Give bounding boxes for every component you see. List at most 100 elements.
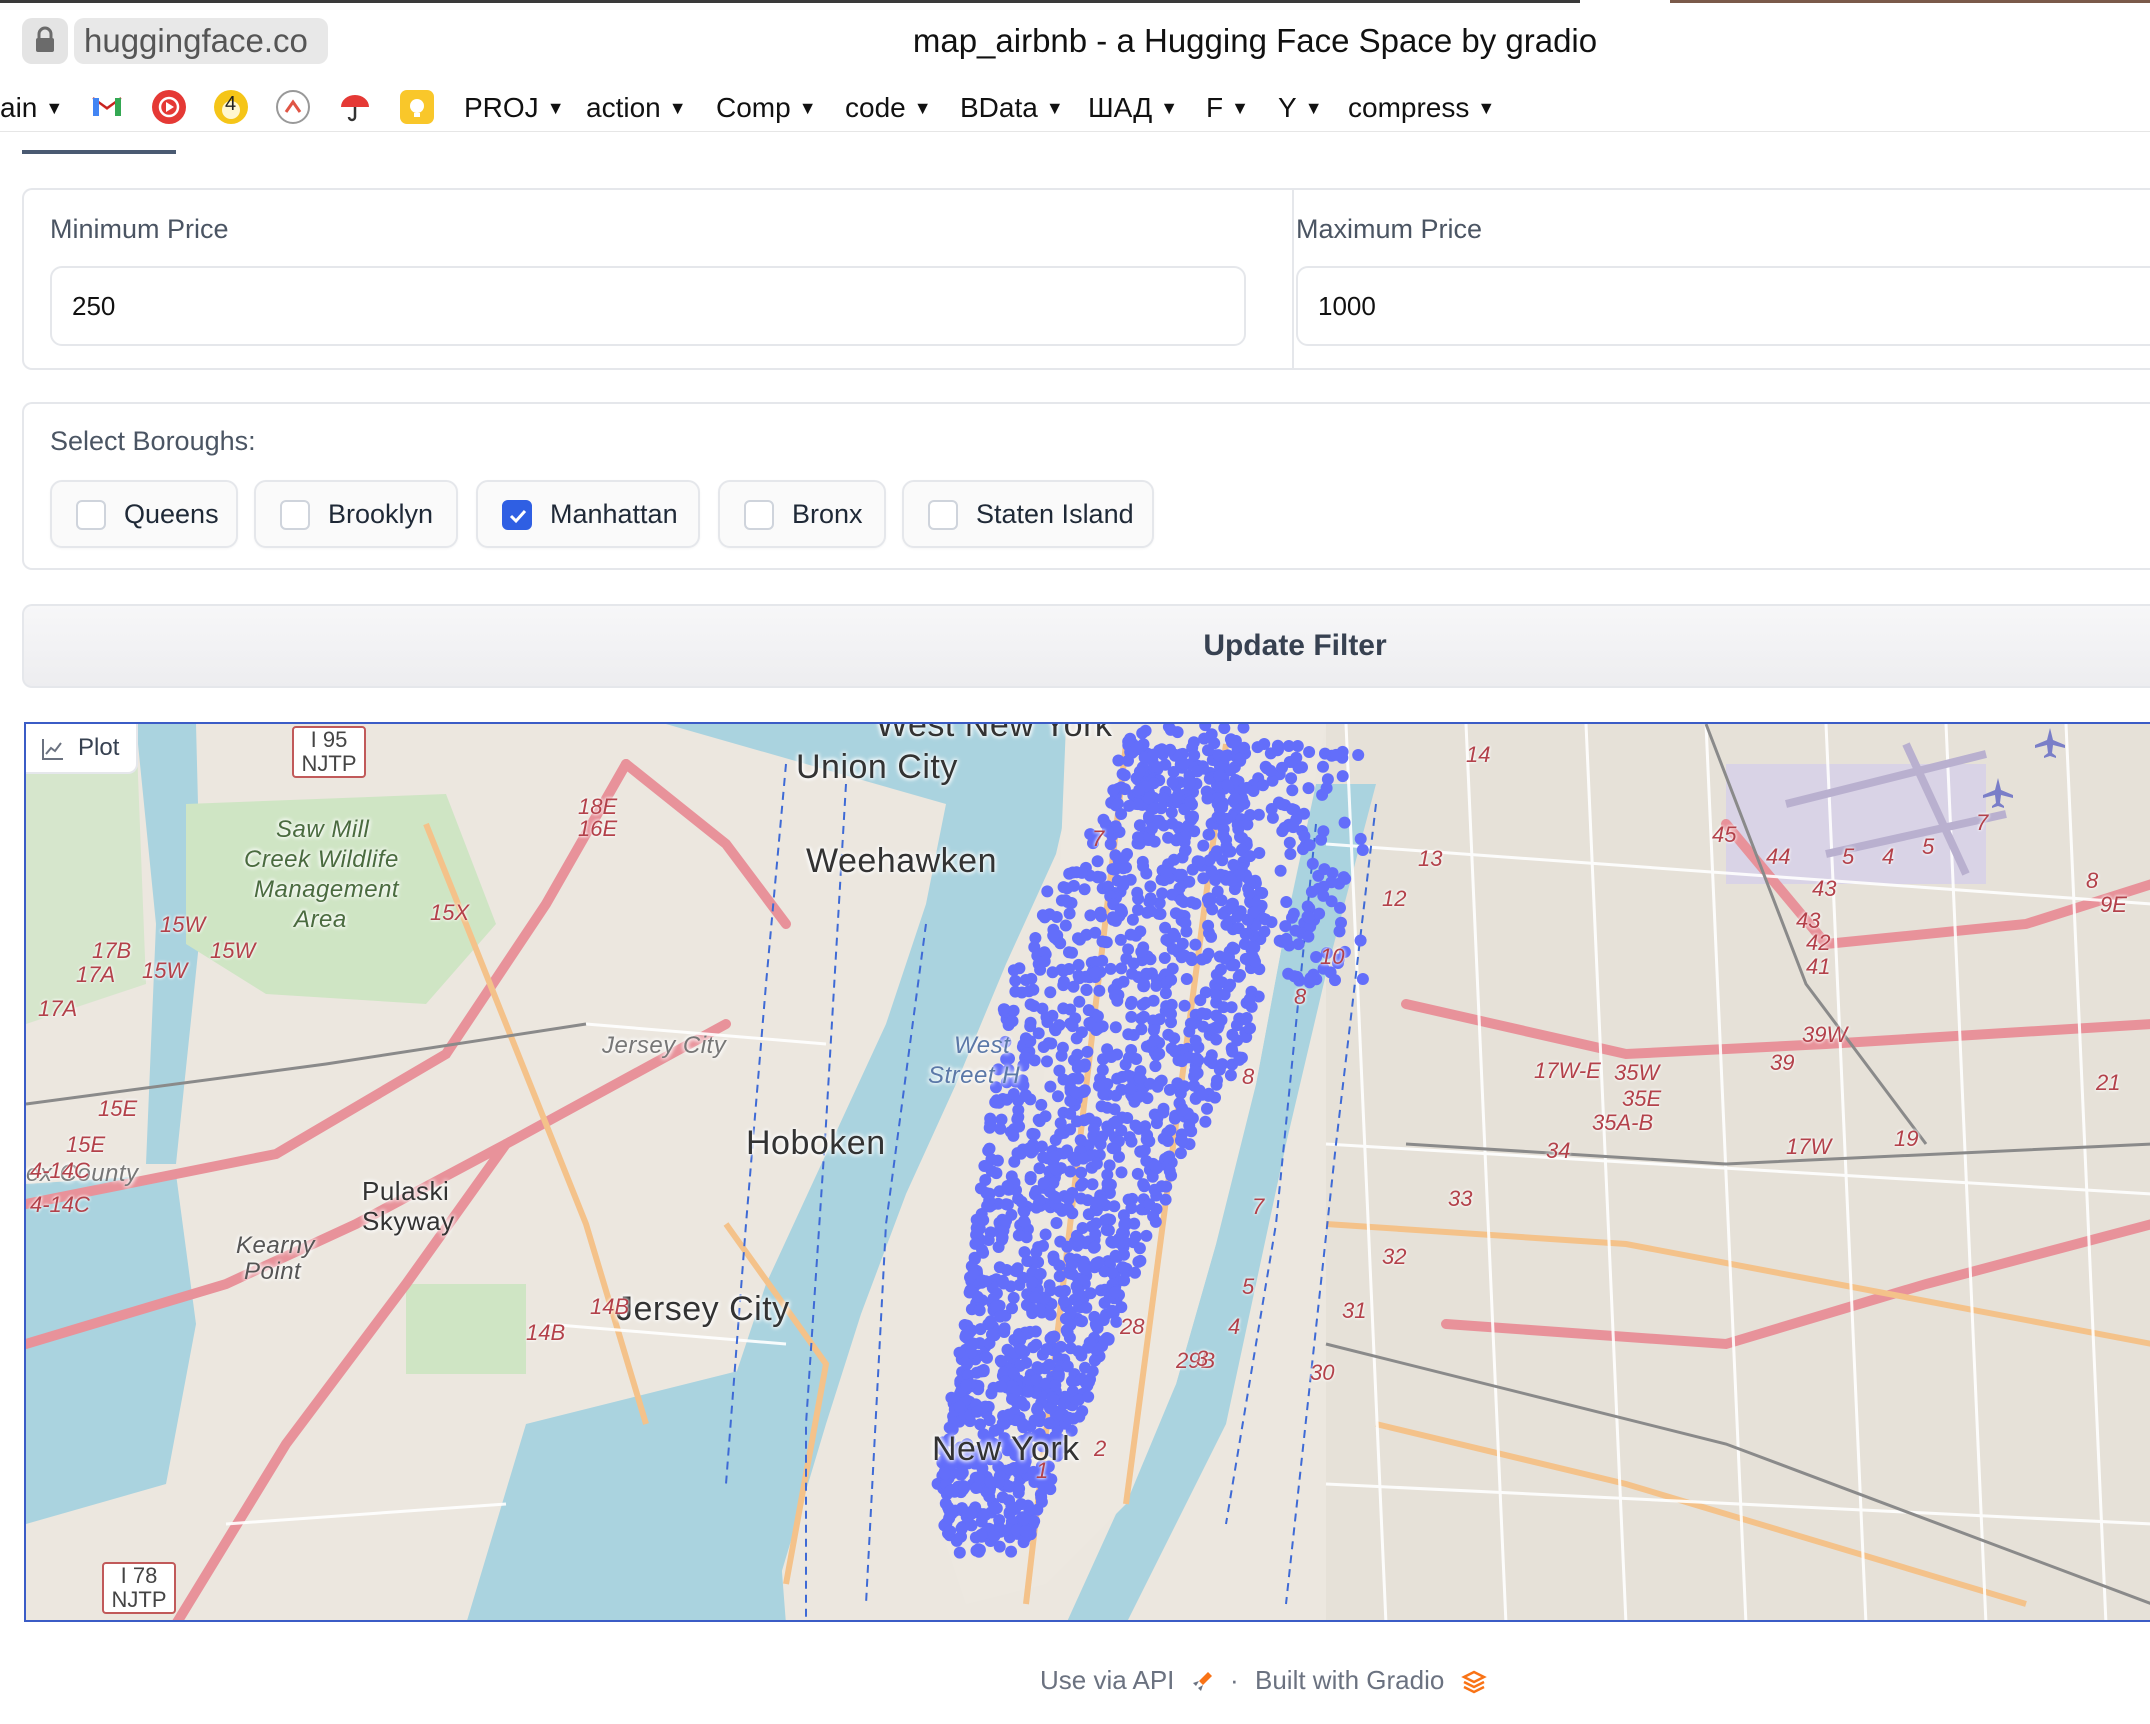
listing-marker[interactable] xyxy=(1023,1142,1036,1155)
listing-marker[interactable] xyxy=(1099,936,1112,948)
listing-marker[interactable] xyxy=(1197,839,1210,852)
listing-marker[interactable] xyxy=(1239,928,1252,940)
listing-marker[interactable] xyxy=(1287,821,1300,834)
listing-marker[interactable] xyxy=(1198,732,1211,745)
listing-marker[interactable] xyxy=(1049,1163,1062,1176)
borough-option-bronx[interactable]: Bronx xyxy=(718,480,886,548)
listing-marker[interactable] xyxy=(1106,1236,1119,1249)
listing-marker[interactable] xyxy=(1078,883,1091,896)
listing-marker[interactable] xyxy=(964,1284,977,1297)
listing-marker[interactable] xyxy=(1163,1083,1176,1096)
listing-marker[interactable] xyxy=(1037,1177,1050,1190)
checkbox-manhattan[interactable] xyxy=(502,500,532,530)
listing-marker[interactable] xyxy=(1133,1072,1146,1085)
listing-marker[interactable] xyxy=(1015,1343,1027,1356)
listing-marker[interactable] xyxy=(1176,1055,1188,1068)
listing-marker[interactable] xyxy=(971,1405,984,1418)
listing-marker[interactable] xyxy=(990,1300,1003,1313)
listing-marker[interactable] xyxy=(1107,911,1119,924)
listing-marker[interactable] xyxy=(1147,1024,1160,1037)
checkbox-bronx[interactable] xyxy=(744,500,774,530)
listing-marker[interactable] xyxy=(1168,853,1180,866)
listing-marker[interactable] xyxy=(1178,999,1191,1012)
listing-marker[interactable] xyxy=(1044,1402,1056,1415)
listing-marker[interactable] xyxy=(1147,1210,1160,1223)
listing-marker[interactable] xyxy=(1118,769,1131,782)
listing-marker[interactable] xyxy=(1124,928,1137,941)
listing-marker[interactable] xyxy=(1054,1127,1067,1140)
listing-marker[interactable] xyxy=(1183,776,1196,789)
listing-marker[interactable] xyxy=(1072,1393,1085,1406)
listing-marker[interactable] xyxy=(1024,998,1037,1011)
listing-marker[interactable] xyxy=(944,1525,957,1538)
listing-marker[interactable] xyxy=(1001,1180,1014,1192)
listing-marker[interactable] xyxy=(1188,749,1201,762)
listing-marker[interactable] xyxy=(1209,874,1222,886)
listing-marker[interactable] xyxy=(1184,1017,1197,1030)
listing-marker[interactable] xyxy=(1053,1259,1066,1272)
listing-marker[interactable] xyxy=(997,1410,1010,1422)
listing-marker[interactable] xyxy=(1041,885,1054,898)
listing-marker[interactable] xyxy=(1062,1412,1075,1425)
listing-marker[interactable] xyxy=(1110,1089,1122,1102)
listing-marker[interactable] xyxy=(945,1507,958,1520)
listing-marker[interactable] xyxy=(1005,1545,1018,1558)
listing-marker[interactable] xyxy=(1286,784,1299,797)
listing-marker[interactable] xyxy=(1302,911,1315,924)
listing-marker[interactable] xyxy=(1102,1124,1115,1137)
listing-marker[interactable] xyxy=(1150,979,1163,992)
listing-marker[interactable] xyxy=(1279,920,1292,933)
listing-marker[interactable] xyxy=(1076,866,1088,879)
listing-marker[interactable] xyxy=(1164,1124,1177,1137)
listing-marker[interactable] xyxy=(1061,1360,1074,1373)
listing-marker[interactable] xyxy=(1231,818,1244,831)
listing-marker[interactable] xyxy=(1126,913,1139,926)
listing-marker[interactable] xyxy=(1210,1033,1223,1046)
listing-marker[interactable] xyxy=(1339,872,1352,885)
listing-marker[interactable] xyxy=(1144,880,1157,893)
listing-marker[interactable] xyxy=(1257,779,1269,792)
listing-marker[interactable] xyxy=(1264,747,1277,760)
listing-marker[interactable] xyxy=(1029,1291,1042,1304)
listing-marker[interactable] xyxy=(1137,1178,1150,1191)
listing-marker[interactable] xyxy=(1012,1111,1025,1123)
listing-marker[interactable] xyxy=(1072,1072,1085,1085)
listing-marker[interactable] xyxy=(986,1328,998,1341)
built-with-gradio-link[interactable]: Built with Gradio xyxy=(1255,1660,1488,1700)
listing-marker[interactable] xyxy=(1205,930,1218,943)
listing-marker[interactable] xyxy=(1201,792,1214,805)
listing-marker[interactable] xyxy=(1184,810,1197,823)
use-via-api-link[interactable]: Use via API xyxy=(1040,1660,1216,1700)
listing-marker[interactable] xyxy=(1043,1417,1056,1430)
bookmark-folder-action[interactable]: action ▼ xyxy=(586,86,687,130)
listing-marker[interactable] xyxy=(1159,1193,1172,1206)
listing-marker[interactable] xyxy=(1224,978,1237,991)
listing-marker[interactable] xyxy=(1144,905,1157,918)
listing-marker[interactable] xyxy=(1142,810,1155,823)
listing-marker[interactable] xyxy=(972,1543,985,1556)
listing-marker[interactable] xyxy=(1106,1142,1119,1155)
listing-marker[interactable] xyxy=(1092,1022,1105,1034)
listing-marker[interactable] xyxy=(1158,874,1171,887)
listing-marker[interactable] xyxy=(1043,1358,1056,1371)
listing-marker[interactable] xyxy=(1054,1117,1067,1130)
listing-marker[interactable] xyxy=(1194,994,1207,1007)
listing-marker[interactable] xyxy=(1086,1178,1099,1191)
listing-marker[interactable] xyxy=(1076,1315,1088,1328)
listing-marker[interactable] xyxy=(1197,872,1210,885)
listing-marker[interactable] xyxy=(1092,1079,1105,1092)
listing-marker[interactable] xyxy=(1012,1229,1025,1242)
listing-marker[interactable] xyxy=(1238,741,1251,754)
bookmark-folder-ain[interactable]: ain ▼ xyxy=(0,86,63,130)
listing-marker[interactable] xyxy=(1179,844,1192,857)
listing-marker[interactable] xyxy=(1118,1218,1131,1231)
listing-marker[interactable] xyxy=(1354,934,1367,947)
listing-marker[interactable] xyxy=(1317,825,1330,838)
umbrella-icon[interactable] xyxy=(338,90,372,124)
listing-marker[interactable] xyxy=(971,1226,984,1239)
listing-marker[interactable] xyxy=(1141,1129,1154,1142)
listing-marker[interactable] xyxy=(1125,995,1138,1008)
listing-marker[interactable] xyxy=(1203,854,1216,867)
listing-marker[interactable] xyxy=(1126,967,1139,980)
listing-marker[interactable] xyxy=(1132,831,1144,844)
